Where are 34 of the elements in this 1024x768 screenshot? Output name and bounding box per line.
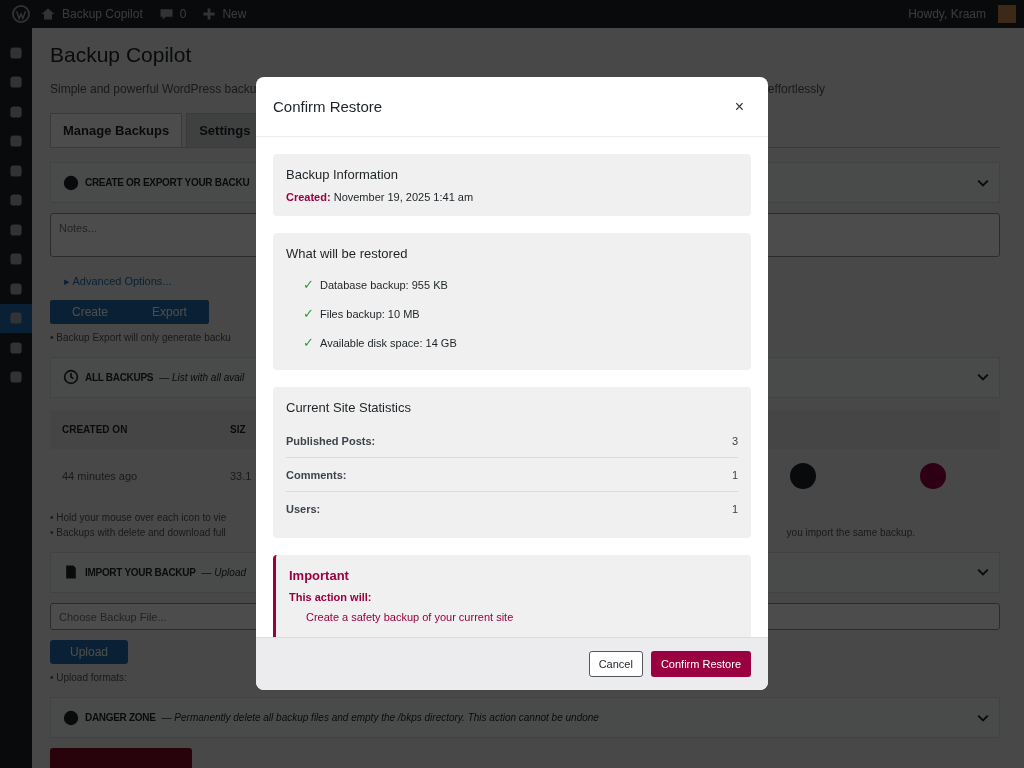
card-title: Current Site Statistics xyxy=(286,400,411,415)
cancel-button[interactable]: Cancel xyxy=(588,651,643,677)
card-title: What will be restored xyxy=(286,246,408,261)
stat-value: 1 xyxy=(731,502,738,515)
restore-item: Database backup: 955 KB xyxy=(320,278,448,291)
stat-label: Published Posts: xyxy=(286,434,376,447)
page-title: Backup Copilot xyxy=(50,43,192,67)
created-date: Created: November 19, 2025 1:41 am xyxy=(286,191,475,203)
section-title: ALL BACKUPS xyxy=(85,371,154,383)
column-header: CREATED ON xyxy=(62,423,128,435)
close-button[interactable]: × xyxy=(730,95,748,118)
section-description: — Upload xyxy=(201,566,246,578)
check-icon: ✓ xyxy=(303,335,314,350)
stat-value: 3 xyxy=(731,434,738,447)
restore-item: Files backup: 10 MB xyxy=(320,307,420,320)
confirm-restore-button[interactable]: Confirm Restore xyxy=(650,651,751,677)
card-title: Backup Information xyxy=(286,167,398,182)
warning-title: Important xyxy=(289,568,349,583)
check-icon: ✓ xyxy=(303,306,314,321)
section-description: — Permanently delete all backup files and empty the /bkps directory. This action cannot be undone xyxy=(161,712,599,724)
check-icon: ✓ xyxy=(303,277,314,292)
restore-item: Available disk space: 14 GB xyxy=(320,336,457,349)
section-title: IMPORT YOUR BACKUP xyxy=(85,566,196,578)
stat-label: Users: xyxy=(286,502,321,515)
stat-label: Comments: xyxy=(286,468,347,481)
warning-item: Create a safety backup of your current site xyxy=(306,611,514,623)
warning-lead: This action will: xyxy=(289,591,372,603)
stat-value: 1 xyxy=(731,468,738,481)
advanced-options-link[interactable]: ▸ Advanced Options... xyxy=(64,274,172,288)
dialog-title: Confirm Restore xyxy=(273,98,383,115)
section-description: — List with all avail xyxy=(159,371,245,383)
column-header: SIZ xyxy=(230,423,246,435)
section-title: CREATE OR EXPORT YOUR BACKU xyxy=(85,177,250,189)
section-title: DANGER ZONE xyxy=(85,712,156,724)
